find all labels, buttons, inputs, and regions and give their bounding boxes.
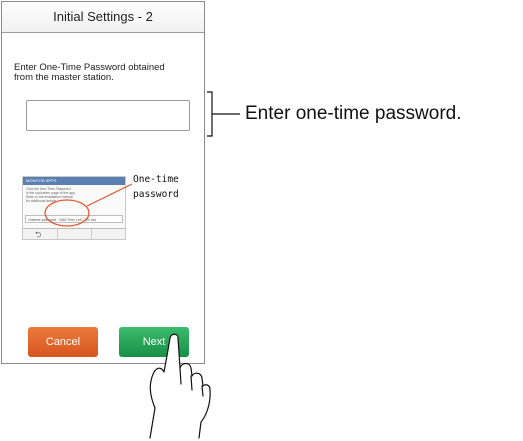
field-callout-bracket: [207, 91, 213, 137]
pointing-hand-icon: [149, 333, 211, 439]
annotation-overlay: [44, 91, 240, 439]
otp-callout-leader: [86, 183, 133, 207]
password-highlight-circle: [44, 199, 90, 227]
